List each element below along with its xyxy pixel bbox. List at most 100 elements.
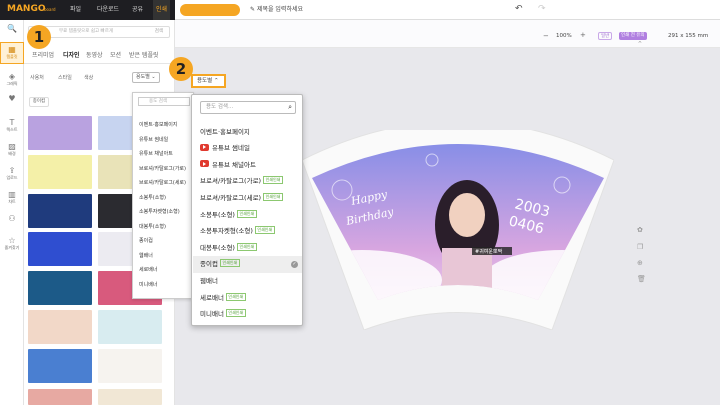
template-thumbnail[interactable] <box>28 155 92 189</box>
template-thumbnail[interactable] <box>98 349 162 383</box>
text-icon: T <box>9 118 15 127</box>
filter-usage[interactable]: 사용처 <box>30 74 44 81</box>
purpose-option-label: 유튜브 썸네일 <box>212 144 250 153</box>
print-badge: 인쇄인쇄 <box>263 176 283 185</box>
tab-motion[interactable]: 모션 <box>110 50 121 59</box>
purpose-option[interactable]: 종이컵 인쇄인쇄 ✓ <box>193 256 302 273</box>
zoom-in-icon[interactable]: + <box>580 31 586 39</box>
background-dropdown-item: 브로셔/카탈로그(가로) <box>139 165 186 172</box>
icon-bar: 🔍 ▦ 템플릿 ◈ 그래픽 ♥ T 텍스트 ▨ 배경 ⇪ 업로드 ▥ 차트 ⚇ ☆ 즐겨찾기 <box>0 20 24 405</box>
zoom-out-icon[interactable]: − <box>543 32 549 40</box>
template-thumbnail[interactable] <box>28 349 92 383</box>
template-thumbnail[interactable] <box>28 310 92 344</box>
template-thumbnail[interactable] <box>98 389 162 405</box>
tab-video[interactable]: 동영상 <box>86 50 103 59</box>
background-dropdown: 용도 검색 이벤트·홍보페이지 유튜브 썸네일 유튜브 채널아트 브로셔/카탈로그(가… <box>132 92 194 299</box>
background-dropdown-item: 종이컵 <box>139 238 153 244</box>
graphic-tool[interactable]: ◈ 그래픽 <box>0 72 24 90</box>
misc-tool[interactable]: ⚇ <box>0 214 24 232</box>
template-thumbnail[interactable] <box>98 310 162 344</box>
purpose-option[interactable]: 브로셔/카탈로그(가로) 인쇄인쇄 <box>193 173 302 190</box>
purpose-option[interactable]: 유튜브 채널아트 <box>193 157 302 174</box>
purpose-option[interactable]: 대봉투(소형) 인쇄인쇄 <box>193 240 302 257</box>
text-label: 텍스트 <box>6 127 18 132</box>
template-search-placeholder: 무료 템플릿으로 쉽고 빠르게 <box>59 29 113 34</box>
filter-style[interactable]: 스타일 <box>58 74 72 81</box>
menu-share[interactable]: 공유 <box>132 0 143 20</box>
tab-received[interactable]: 받은 템플릿 <box>129 50 159 59</box>
right-toolbar: ⌃ ✿ ❐ ⊕ 🗑 <box>630 40 652 405</box>
zoom-level[interactable]: 100% <box>556 33 572 39</box>
background-label: 배경 <box>8 151 16 156</box>
template-thumbnail[interactable] <box>28 232 92 266</box>
purpose-option[interactable]: 소봉투(소형) 인쇄인쇄 <box>193 207 302 224</box>
purpose-option-label: 이벤트·홍보페이지 <box>200 127 250 136</box>
mode-tag-1[interactable]: 일반 <box>598 32 613 40</box>
print-badge: 인쇄인쇄 <box>254 226 275 235</box>
redo-icon[interactable]: ↷ <box>538 4 546 14</box>
purpose-option-label: 웹배너 <box>200 276 218 285</box>
filter-chip[interactable]: 종이컵 <box>29 97 49 107</box>
menu-download[interactable]: 다운로드 <box>97 0 119 20</box>
delete-icon[interactable]: 🗑 <box>637 275 646 283</box>
template-thumbnail[interactable] <box>28 194 92 228</box>
purpose-dropdown-small[interactable]: 용도별 ⌄ <box>132 72 160 83</box>
print-badge: 인쇄인쇄 <box>236 242 257 251</box>
chevron-up-icon[interactable]: ⌃ <box>637 40 643 48</box>
background-tool[interactable]: ▨ 배경 <box>0 142 24 160</box>
mode-tag-2[interactable]: 인쇄 전 유의 <box>619 32 647 40</box>
bookmark-tool[interactable]: ☆ 즐겨찾기 <box>0 236 24 254</box>
palette-icon[interactable]: ✿ <box>637 226 643 234</box>
template-thumbnail[interactable] <box>28 389 92 405</box>
tab-premium[interactable]: 프리미엄 <box>32 50 54 59</box>
chart-label: 차트 <box>8 199 16 204</box>
step-1-marker: 1 <box>27 25 51 49</box>
purpose-option[interactable]: 미니배너 인쇄인쇄 <box>193 306 302 323</box>
purpose-option-label: 소봉투자켓형(소형) <box>200 227 253 236</box>
purpose-option[interactable]: 브로셔/카탈로그(세로) 인쇄인쇄 <box>193 190 302 207</box>
purpose-option[interactable]: 유튜브 썸네일 <box>193 140 302 157</box>
text-tool[interactable]: T 텍스트 <box>0 118 24 136</box>
chart-tool[interactable]: ▥ 차트 <box>0 190 24 208</box>
menu-file[interactable]: 파일 <box>70 0 81 20</box>
pencil-icon: ✎ <box>250 6 257 13</box>
step-2-marker: 2 <box>169 57 193 81</box>
background-dropdown-item: 브로셔/카탈로그(세로) <box>139 180 186 186</box>
purpose-dropdown-button[interactable]: 용도별 ⌃ <box>191 74 226 88</box>
promo-button[interactable] <box>180 4 240 16</box>
menu-print[interactable]: 인쇄 <box>153 0 171 20</box>
filter-color[interactable]: 색상 <box>84 74 93 81</box>
print-badge: 인쇄인쇄 <box>263 192 283 201</box>
background-dropdown-item: 유튜브 썸네일 <box>139 136 169 143</box>
background-dropdown-search[interactable]: 용도 검색 <box>138 97 190 106</box>
logo-area: MANGO board 파일 다운로드 공유 인쇄 <box>0 0 175 20</box>
misc-icon: ⚇ <box>8 214 16 223</box>
purpose-option[interactable]: 웹배너 <box>193 273 302 290</box>
upload-tool[interactable]: ⇪ 업로드 <box>0 166 24 184</box>
purpose-option[interactable]: 세로배너 인쇄인쇄 <box>193 290 302 307</box>
copy-icon[interactable]: ❐ <box>637 243 643 251</box>
print-badge: 인쇄인쇄 <box>225 309 246 318</box>
undo-icon[interactable]: ↶ <box>515 4 523 14</box>
paper-cup-design[interactable]: Happy Birthday 2003 0406 #귀여운뽀짝 <box>301 120 615 331</box>
background-icon: ▨ <box>8 142 16 151</box>
star-icon: ☆ <box>8 236 16 245</box>
background-dropdown-item: 소봉투자켓형(소형) <box>139 209 180 215</box>
purpose-option[interactable]: 소봉투자켓형(소형) 인쇄인쇄 <box>193 223 302 240</box>
template-thumbnail[interactable] <box>28 271 92 305</box>
search-icon: 🔍 <box>7 24 17 33</box>
search-tool[interactable]: 🔍 <box>0 24 24 36</box>
template-tool[interactable]: ▦ 템플릿 <box>0 42 24 64</box>
add-page-icon[interactable]: ⊕ <box>637 259 643 267</box>
purpose-dropdown-label: 용도별 <box>197 78 213 84</box>
purpose-search-input[interactable]: 용도 검색... ⌕ <box>200 101 296 114</box>
title-input[interactable]: ✎ 제목을 입력하세요 <box>250 4 303 16</box>
logo: MANGO <box>7 4 46 14</box>
purpose-option-label: 종이컵 <box>200 260 218 269</box>
favorite-tool[interactable]: ♥ <box>0 94 24 110</box>
template-thumbnail[interactable] <box>28 116 92 150</box>
purpose-option[interactable]: 이벤트·홍보페이지 <box>193 124 302 141</box>
tab-design[interactable]: 디자인 <box>63 50 80 59</box>
template-search-button[interactable]: 검색 <box>155 27 163 37</box>
tab-divider <box>24 63 175 64</box>
